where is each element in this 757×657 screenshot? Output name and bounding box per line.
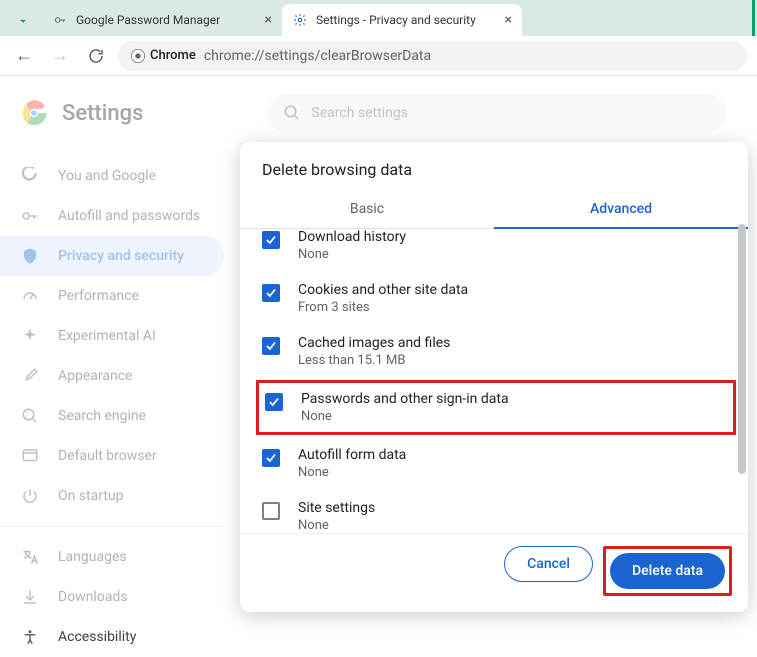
tab-search-dropdown[interactable] [8, 6, 38, 36]
tab-settings[interactable]: Settings - Privacy and security × [282, 4, 522, 36]
clear-data-dialog: Delete browsing data Basic Advanced Down… [240, 142, 748, 612]
accessibility-icon [20, 627, 40, 647]
reload-icon [87, 47, 105, 65]
tab-password-manager[interactable]: Google Password Manager × [42, 4, 282, 36]
chrome-label: Chrome [150, 48, 196, 63]
chrome-badge: Chrome [130, 48, 196, 64]
scrollbar-thumb[interactable] [738, 224, 746, 474]
row-autofill: Autofill form data None [262, 437, 730, 490]
row-title: Passwords and other sign-in data [301, 391, 727, 407]
page: Settings Search settings You and Google … [0, 76, 757, 629]
checkbox[interactable] [262, 449, 280, 467]
row-title: Site settings [298, 500, 730, 516]
row-subtitle: None [301, 409, 727, 424]
row-title: Cached images and files [298, 335, 730, 351]
url-text: chrome://settings/clearBrowserData [204, 48, 431, 64]
row-title: Cookies and other site data [298, 282, 730, 298]
key-icon [52, 12, 68, 28]
row-cookies: Cookies and other site data From 3 sites [262, 272, 730, 325]
checkbox[interactable] [262, 337, 280, 355]
omnibox[interactable]: Chrome chrome://settings/clearBrowserDat… [118, 41, 747, 71]
row-passwords: Passwords and other sign-in data None [265, 391, 727, 424]
tab-title: Google Password Manager [76, 13, 257, 27]
row-subtitle: None [298, 518, 730, 533]
row-subtitle: None [298, 465, 730, 480]
cancel-button[interactable]: Cancel [504, 546, 593, 582]
toolbar: ← → Chrome chrome://settings/clearBrowse… [0, 36, 757, 76]
sidebar-item-label: Accessibility [58, 629, 136, 645]
dialog-title: Delete browsing data [240, 142, 748, 191]
row-title: Download history [298, 229, 730, 245]
forward-button[interactable]: → [46, 42, 74, 70]
scrollbar[interactable] [738, 224, 746, 564]
checkbox[interactable] [265, 393, 283, 411]
delete-data-button[interactable]: Delete data [610, 553, 725, 589]
dialog-content: Download history None Cookies and other s… [240, 229, 748, 533]
tab-title: Settings - Privacy and security [316, 13, 497, 27]
row-subtitle: From 3 sites [298, 300, 730, 315]
close-icon[interactable]: × [265, 12, 272, 28]
window-accent [752, 0, 755, 36]
reload-button[interactable] [82, 42, 110, 70]
dialog-footer: Cancel Delete data [240, 533, 748, 612]
highlight-passwords: Passwords and other sign-in data None [256, 380, 736, 435]
tab-basic[interactable]: Basic [240, 191, 494, 229]
highlight-delete: Delete data [603, 546, 732, 596]
row-cached: Cached images and files Less than 15.1 MB [262, 325, 730, 378]
tab-strip: Google Password Manager × Settings - Pri… [0, 0, 757, 36]
checkbox[interactable] [262, 231, 280, 249]
row-site-settings: Site settings None [262, 490, 730, 533]
close-icon[interactable]: × [505, 12, 512, 28]
row-title: Autofill form data [298, 447, 730, 463]
checkbox[interactable] [262, 284, 280, 302]
row-subtitle: None [298, 247, 730, 262]
back-button[interactable]: ← [10, 42, 38, 70]
row-download-history: Download history None [262, 229, 730, 272]
tab-advanced[interactable]: Advanced [494, 191, 748, 229]
gear-icon [292, 12, 308, 28]
checkbox[interactable] [262, 502, 280, 520]
chrome-icon [130, 48, 146, 64]
chevron-down-icon [16, 14, 30, 28]
row-subtitle: Less than 15.1 MB [298, 353, 730, 368]
dialog-tabs: Basic Advanced [240, 191, 748, 229]
